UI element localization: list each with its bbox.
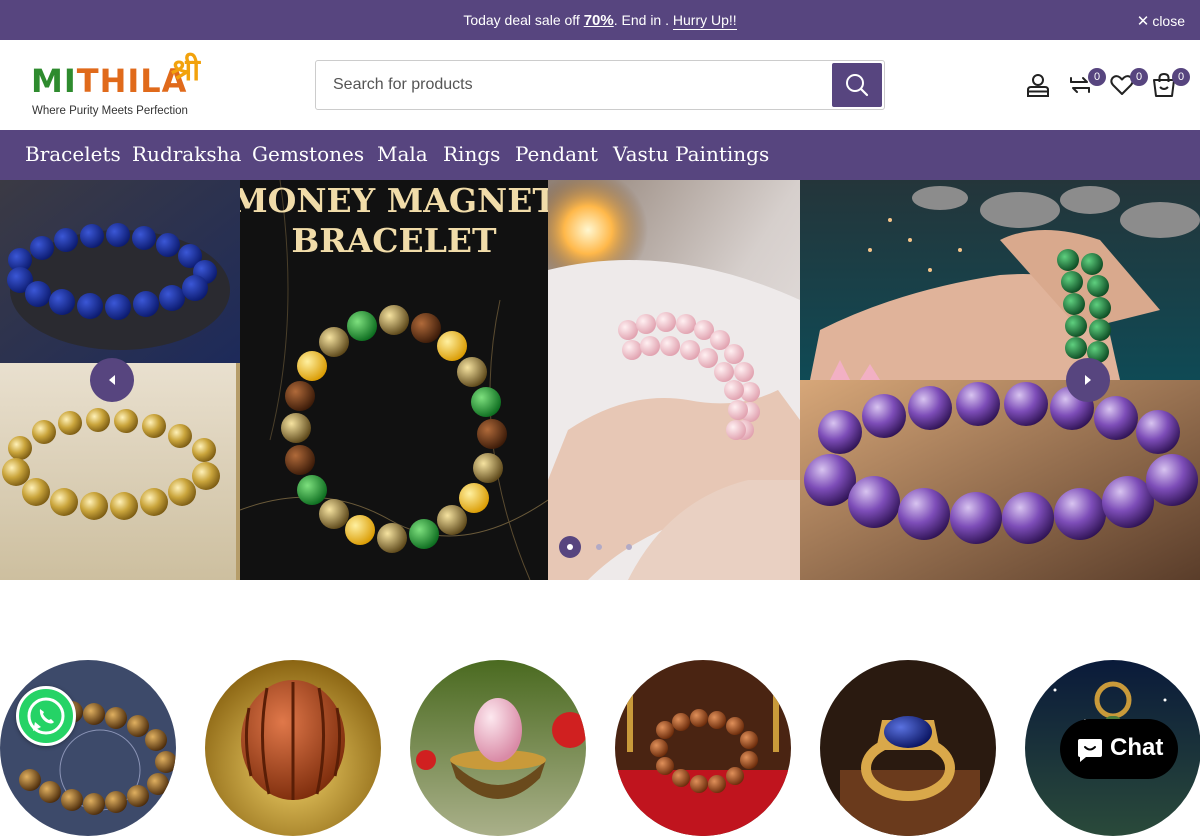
hero-slider: MONEY MAGNET BRACELET <box>0 180 1200 580</box>
hero-title-line2: BRACELET <box>291 221 497 260</box>
category-rudraksha[interactable] <box>205 660 381 836</box>
slider-dot-1[interactable] <box>559 536 581 558</box>
caret-left-icon <box>109 375 115 385</box>
search-icon <box>846 74 869 97</box>
announcement-middle: . End in . <box>613 12 669 28</box>
main-navigation: Bracelets Rudraksha Gemstones Mala Rings… <box>0 130 1200 180</box>
slider-dot-2[interactable] <box>596 544 602 550</box>
whatsapp-icon <box>27 697 65 735</box>
nav-item-rings[interactable]: Rings <box>443 142 500 166</box>
category-rose-quartz[interactable] <box>410 660 586 836</box>
hurry-up-link[interactable]: Hurry Up!! <box>672 12 737 30</box>
announcement-prefix: Today deal sale off <box>463 12 580 28</box>
nav-item-gemstones[interactable]: Gemstones <box>252 142 364 166</box>
caret-right-icon <box>1085 375 1091 385</box>
slider-next-button[interactable] <box>1066 358 1110 402</box>
whatsapp-button[interactable] <box>16 686 76 746</box>
compare-count-badge: 0 <box>1088 68 1106 86</box>
search-bar <box>315 60 885 110</box>
amethyst-bracelet-image <box>800 180 1200 580</box>
cart-count-badge: 0 <box>1172 68 1190 86</box>
close-icon: ✕ <box>1136 13 1150 30</box>
chat-bubble-icon <box>1078 739 1102 762</box>
wishlist-count-badge: 0 <box>1130 68 1148 86</box>
nav-item-bracelets[interactable]: Bracelets <box>25 142 121 166</box>
nav-item-vastu-paintings[interactable]: Vastu Paintings <box>613 142 769 166</box>
close-label: close <box>1152 13 1185 29</box>
chat-button[interactable]: Chat <box>1060 719 1178 779</box>
category-gemstone-ring[interactable] <box>820 660 996 836</box>
search-button[interactable] <box>832 63 882 107</box>
site-logo[interactable]: MITHILA श्री Where Purity Meets Perfecti… <box>31 48 211 122</box>
money-magnet-bracelet-image: MONEY MAGNET BRACELET <box>240 180 548 580</box>
logo-tagline: Where Purity Meets Perfection <box>32 105 188 117</box>
category-tiger-eye-bracelet[interactable] <box>0 660 176 836</box>
nav-item-rudraksha[interactable]: Rudraksha <box>132 142 241 166</box>
rose-quartz-bracelet-image <box>548 180 800 580</box>
slider-dot-3[interactable] <box>626 544 632 550</box>
slider-prev-button[interactable] <box>90 358 134 402</box>
logo-wordmark: MITHILA <box>31 62 188 100</box>
announcement-percent: 70% <box>583 12 614 29</box>
nav-item-mala[interactable]: Mala <box>377 142 428 166</box>
chat-label: Chat <box>1110 734 1164 761</box>
close-announcement-button[interactable]: ✕ close <box>1137 12 1185 30</box>
category-rudraksha-mala[interactable] <box>615 660 791 836</box>
announcement-bar: Today deal sale off 70%. End in . Hurry … <box>0 0 1200 40</box>
search-input[interactable] <box>316 61 831 109</box>
logo-mark: श्री <box>171 53 201 88</box>
announcement-message: Today deal sale off 70%. End in . Hurry … <box>0 12 1200 30</box>
account-icon[interactable] <box>1025 72 1051 98</box>
nav-item-pendant[interactable]: Pendant <box>515 142 598 166</box>
hero-title-line1: MONEY MAGNET <box>240 181 548 220</box>
